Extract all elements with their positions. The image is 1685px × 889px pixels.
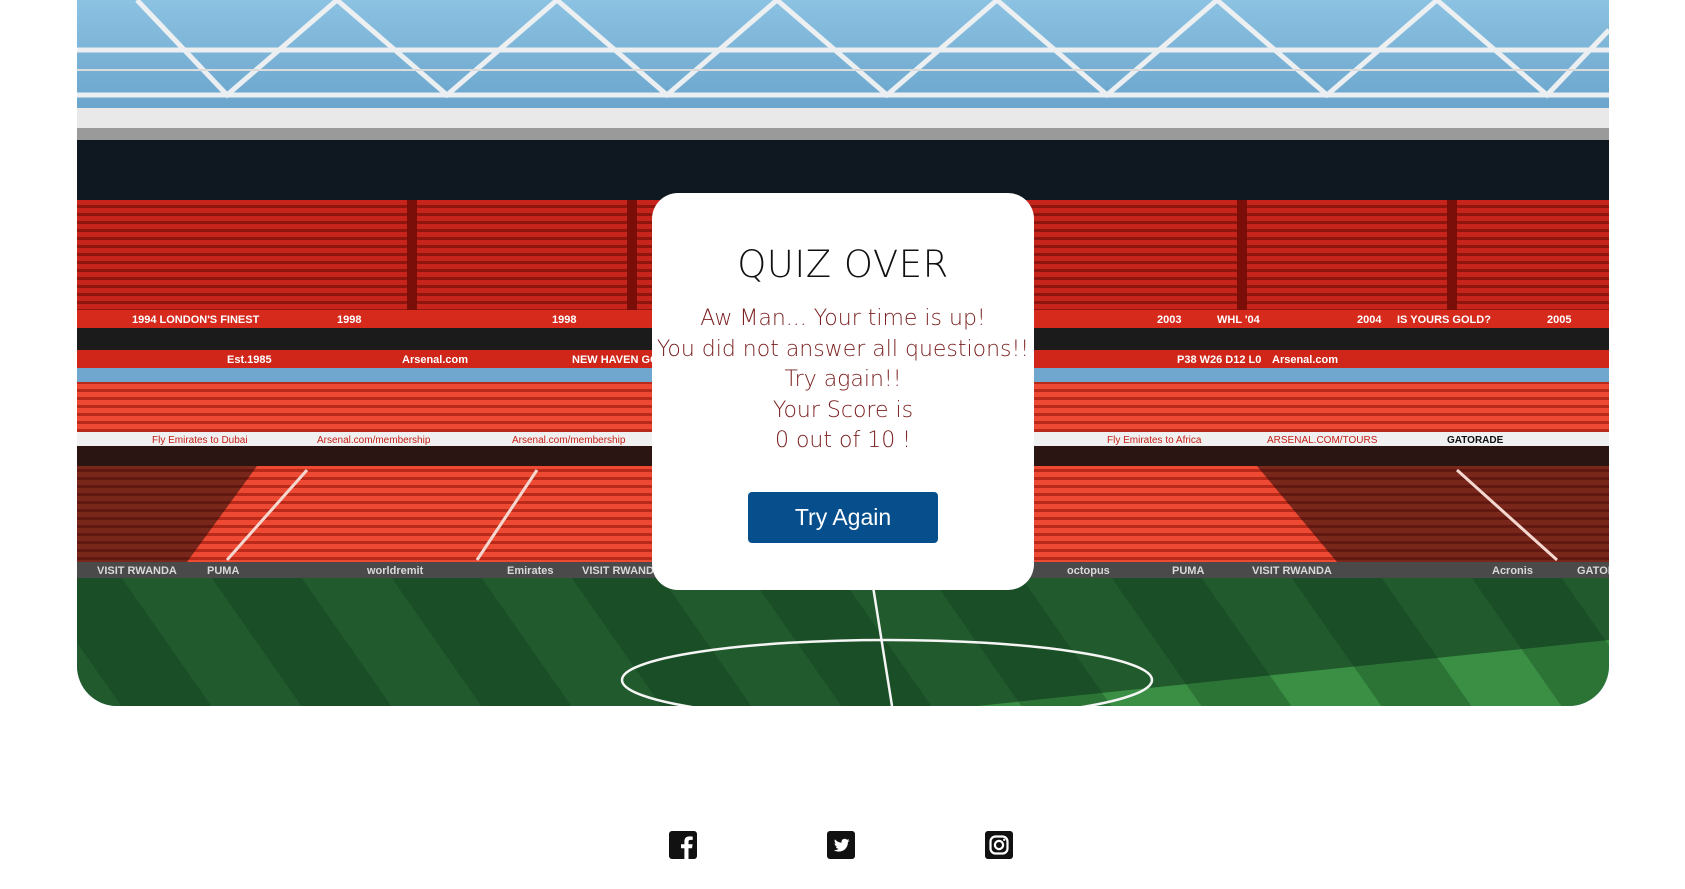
- try-again-message: Try again!!: [784, 367, 902, 392]
- social-links: [0, 830, 1685, 862]
- banner-text: VISIT RWANDA: [582, 565, 662, 577]
- score-label: Your Score is: [772, 397, 914, 423]
- banner-text: VISIT RWANDA: [97, 565, 177, 577]
- result-message: Aw Man... Your time is up! You did not a…: [652, 304, 1034, 457]
- facebook-icon[interactable]: [668, 830, 698, 860]
- banner-text: PUMA: [207, 565, 239, 577]
- banner-text: Est.1985: [227, 354, 272, 366]
- banner-text: 1994 LONDON'S FINEST: [132, 314, 260, 326]
- banner-text: Acronis: [1492, 565, 1533, 577]
- banner-text: P38 W26 D12 L0: [1177, 354, 1261, 366]
- banner-text: WHL '04: [1217, 314, 1261, 326]
- banner-text: Arsenal.com: [1272, 354, 1338, 366]
- banner-text: Arsenal.com/membership: [512, 435, 626, 446]
- banner-text: GATORA: [1577, 565, 1609, 577]
- instagram-icon[interactable]: [984, 830, 1014, 860]
- banner-text: Fly Emirates to Dubai: [152, 435, 248, 446]
- banner-text: 2005: [1547, 314, 1571, 326]
- banner-text: Emirates: [507, 565, 553, 577]
- banner-text: ARSENAL.COM/TOURS: [1267, 435, 1378, 446]
- quiz-over-card: QUIZ OVER Aw Man... Your time is up! You…: [652, 193, 1034, 590]
- banner-text: Arsenal.com: [402, 354, 468, 366]
- banner-text: Arsenal.com/membership: [317, 435, 431, 446]
- banner-text: GATORADE: [1447, 435, 1504, 446]
- banner-text: VISIT RWANDA: [1252, 565, 1332, 577]
- banner-text: 2003: [1157, 314, 1181, 326]
- banner-text: Fly Emirates to Africa: [1107, 435, 1202, 446]
- twitter-icon[interactable]: [826, 830, 856, 860]
- banner-text: 2004: [1357, 314, 1382, 326]
- unanswered-message: You did not answer all questions!!: [656, 336, 1030, 362]
- banner-text: 1998: [552, 314, 576, 326]
- banner-text: worldremit: [366, 565, 424, 577]
- banner-text: PUMA: [1172, 565, 1204, 577]
- try-again-button[interactable]: Try Again: [748, 491, 938, 543]
- banner-text: IS YOURS GOLD?: [1397, 314, 1491, 326]
- banner-text: 1998: [337, 314, 361, 326]
- score-value: 0 out of 10 !: [774, 428, 912, 453]
- time-up-message: Aw Man... Your time is up!: [700, 306, 986, 331]
- quiz-over-title: QUIZ OVER: [737, 243, 949, 286]
- banner-text: octopus: [1067, 565, 1110, 577]
